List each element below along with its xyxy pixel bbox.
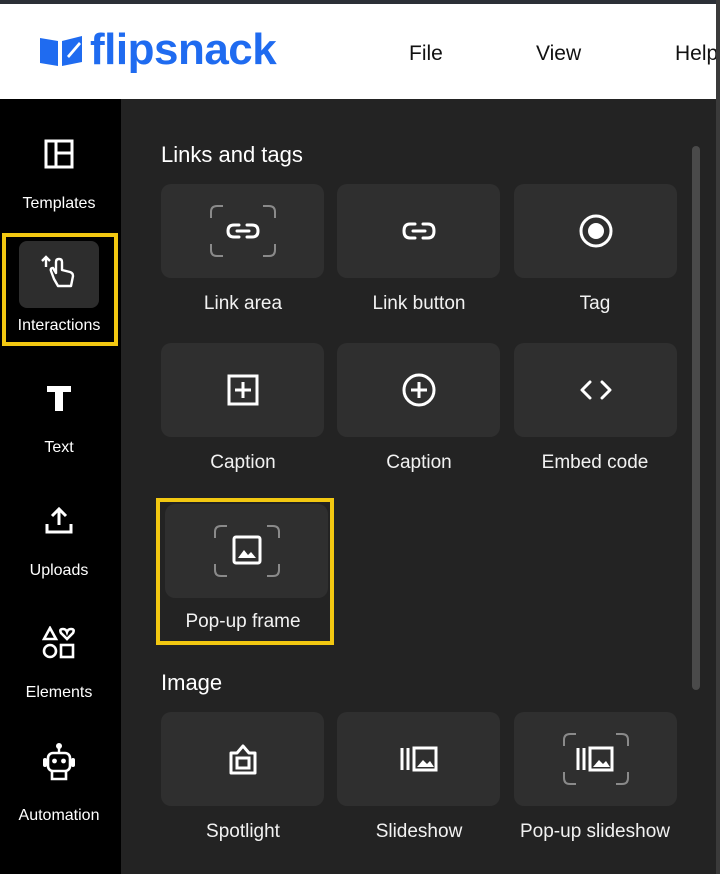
code-icon <box>580 380 611 400</box>
interactions-icon <box>40 253 78 291</box>
window-right-edge <box>716 0 720 874</box>
tile-link-area[interactable] <box>161 184 324 278</box>
link-area-icon <box>209 205 276 257</box>
slideshow-icon <box>400 746 437 772</box>
tile-label: Tag <box>579 293 611 314</box>
tile-embed-code[interactable] <box>514 343 677 437</box>
app-header: flipsnack File View Help <box>0 4 718 99</box>
section-title-links: Links and tags <box>161 142 303 167</box>
robot-icon <box>40 743 78 781</box>
sidebar-item-interactions[interactable]: Interactions <box>0 249 121 369</box>
tile-label: Pop-up slideshow <box>520 821 670 842</box>
sidebar-item-templates[interactable]: Templates <box>0 127 121 247</box>
tile-label: Caption <box>386 452 452 473</box>
caption-plus-circle-icon <box>402 373 435 407</box>
popup-frame-highlight <box>156 498 334 645</box>
sidebar-item-elements[interactable]: Elements <box>0 616 121 736</box>
brand-name: flipsnack <box>90 25 277 74</box>
tile-label: Link area <box>203 293 283 314</box>
sidebar-item-label: Uploads <box>29 562 89 579</box>
tile-popup-slideshow[interactable] <box>514 712 677 806</box>
left-sidebar: Templates Interactions Text Uploads Elem… <box>0 99 121 874</box>
flipsnack-logo[interactable]: flipsnack <box>38 25 277 74</box>
templates-icon <box>40 135 78 173</box>
tag-radio-icon <box>579 214 612 248</box>
tile-caption-square[interactable] <box>161 343 324 437</box>
tile-slideshow[interactable] <box>337 712 500 806</box>
sidebar-item-uploads[interactable]: Uploads <box>0 494 121 614</box>
text-icon <box>40 379 78 417</box>
menu-file[interactable]: File <box>409 42 443 66</box>
sidebar-item-label: Elements <box>25 684 93 701</box>
popup-slideshow-icon <box>562 733 629 785</box>
panel-scrollbar[interactable] <box>692 146 700 690</box>
tile-label: Caption <box>210 452 276 473</box>
sidebar-item-label: Interactions <box>17 317 101 334</box>
tile-label: Slideshow <box>375 821 463 842</box>
sidebar-item-label: Templates <box>22 195 96 212</box>
section-title-image: Image <box>161 670 223 695</box>
sidebar-item-automation[interactable]: Automation <box>0 739 121 859</box>
menu-view[interactable]: View <box>536 42 581 66</box>
tile-tag[interactable] <box>514 184 677 278</box>
sidebar-item-label: Text <box>44 439 74 456</box>
spotlight-icon <box>229 744 256 775</box>
tile-spotlight[interactable] <box>161 712 324 806</box>
tile-label: Embed code <box>541 452 649 473</box>
sidebar-item-label: Automation <box>18 807 100 824</box>
tile-label: Spotlight <box>206 821 280 842</box>
elements-icon <box>40 624 78 662</box>
tile-caption-circle[interactable] <box>337 343 500 437</box>
tile-label: Link button <box>372 293 466 314</box>
caption-plus-square-icon <box>227 374 258 406</box>
link-icon <box>401 222 436 240</box>
sidebar-item-text[interactable]: Text <box>0 371 121 491</box>
flipsnack-logo-icon <box>40 36 82 66</box>
menu-help[interactable]: Help <box>675 42 718 66</box>
tile-link-button[interactable] <box>337 184 500 278</box>
upload-icon <box>40 502 78 540</box>
